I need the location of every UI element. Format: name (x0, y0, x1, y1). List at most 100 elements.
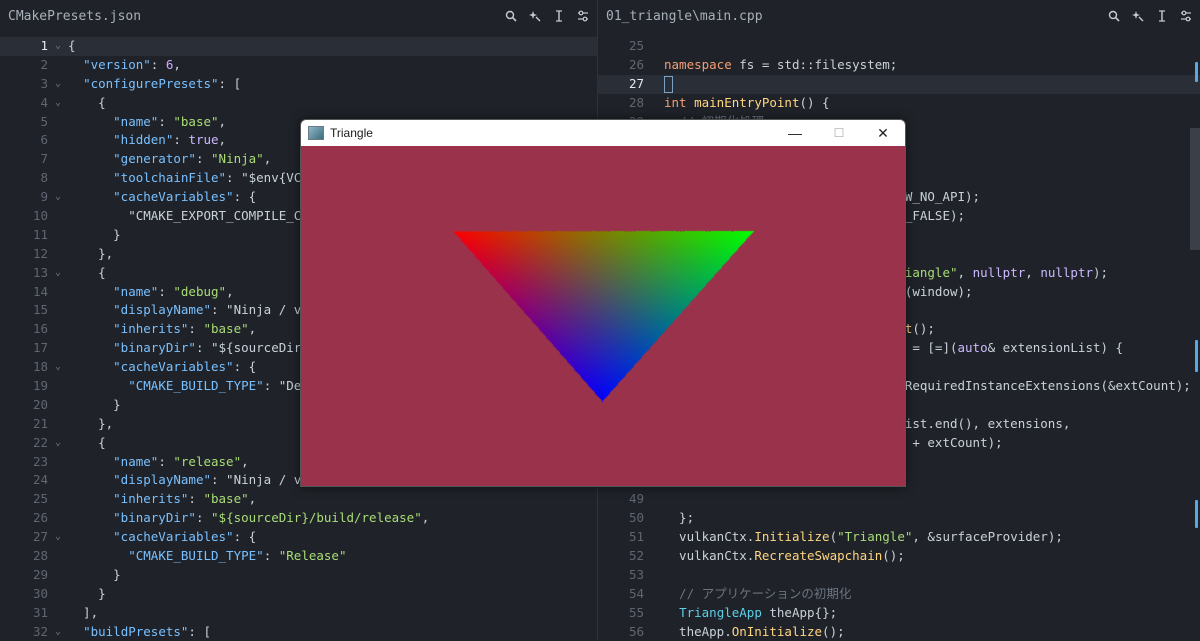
left-pane-header: CMakePresets.json (0, 0, 597, 32)
code-line[interactable]: 49 (598, 490, 1200, 509)
line-number: 18 (32, 359, 48, 375)
fold-chevron-icon[interactable]: ⌄ (48, 434, 68, 453)
code-text: { (68, 434, 106, 450)
code-text: "CMAKE_BUILD_TYPE": "Deb (128, 378, 309, 394)
fold-chevron-icon[interactable]: ⌄ (48, 37, 68, 56)
code-line[interactable]: 26 namespace fs = std::filesystem; (598, 56, 1200, 75)
code-line[interactable]: 53 (598, 566, 1200, 585)
code-text: "displayName": "Ninja / vc (113, 472, 309, 488)
fold-chevron-icon[interactable]: ⌄ (48, 94, 68, 113)
code-line[interactable]: 3 ⌄ "configurePresets": [ (0, 75, 597, 94)
line-number: 25 (32, 491, 48, 507)
code-line[interactable]: 27 ⌄ "cacheVariables": { (0, 528, 597, 547)
settings-sliders-icon[interactable] (1180, 9, 1192, 23)
scroll-marker (1195, 62, 1198, 82)
line-number: 49 (628, 491, 644, 507)
code-line[interactable]: 29 } (0, 566, 597, 585)
code-line[interactable]: 54 // アプリケーションの初期化 (598, 585, 1200, 604)
code-line[interactable]: 51 vulkanCtx.Initialize("Triangle", &sur… (598, 528, 1200, 547)
code-line[interactable]: 27 (598, 74, 1200, 94)
code-line[interactable]: 30 } (0, 585, 597, 604)
line-number: 53 (628, 566, 644, 582)
line-number: 6 (40, 132, 48, 148)
code-text: "configurePresets": [ (83, 75, 242, 91)
code-line[interactable]: 55 TriangleApp theApp{}; (598, 604, 1200, 623)
line-number: 14 (32, 283, 48, 299)
code-line[interactable]: 56 theApp.OnInitialize(); (598, 623, 1200, 641)
close-button[interactable]: ✕ (861, 120, 905, 146)
search-icon[interactable] (1108, 9, 1120, 23)
code-text: } (68, 396, 121, 412)
settings-sliders-icon[interactable] (577, 9, 589, 23)
sparkle-icon[interactable] (529, 9, 541, 23)
line-number: 5 (40, 113, 48, 129)
window-titlebar[interactable]: Triangle — ☐ ✕ (301, 120, 905, 146)
code-text: namespace fs = std::filesystem; (664, 56, 898, 72)
line-number: 55 (628, 604, 644, 620)
text-cursor-icon[interactable] (1156, 9, 1168, 23)
window-title: Triangle (330, 126, 373, 140)
fold-chevron-icon[interactable]: ⌄ (48, 188, 68, 207)
line-number: 7 (40, 151, 48, 167)
code-text: }, (68, 245, 114, 261)
code-line[interactable]: 4 ⌄ { (0, 94, 597, 113)
code-text: "displayName": "Ninja / vc (113, 302, 309, 318)
sparkle-icon[interactable] (1132, 9, 1144, 23)
code-line[interactable]: 26 "binaryDir": "${sourceDir}/build/rele… (0, 509, 597, 528)
fold-chevron-icon[interactable]: ⌄ (48, 358, 68, 377)
code-line[interactable]: 1 ⌄{ (0, 37, 597, 56)
scroll-marker (1195, 500, 1198, 528)
fold-chevron-icon[interactable]: ⌄ (48, 75, 68, 94)
code-line[interactable]: 28 "CMAKE_BUILD_TYPE": "Release" (0, 547, 597, 566)
line-number: 52 (628, 548, 644, 564)
fold-chevron-icon[interactable]: ⌄ (48, 528, 68, 547)
code-line[interactable]: 25 "inherits": "base", (0, 490, 597, 509)
code-text: ], (68, 604, 99, 620)
code-line[interactable]: 32 ⌄ "buildPresets": [ (0, 623, 597, 641)
code-text: "inherits": "base", (113, 321, 257, 337)
code-line[interactable]: 28 int mainEntryPoint() { (598, 94, 1200, 113)
code-line[interactable]: 50 }; (598, 509, 1200, 528)
line-number: 54 (628, 585, 644, 601)
line-number: 16 (32, 321, 48, 337)
code-line[interactable]: 31 ], (0, 604, 597, 623)
code-line[interactable]: 2 "version": 6, (0, 56, 597, 75)
code-line[interactable]: 52 vulkanCtx.RecreateSwapchain(); (598, 547, 1200, 566)
fold-chevron-icon[interactable]: ⌄ (48, 623, 68, 641)
fold-chevron-icon[interactable]: ⌄ (48, 264, 68, 283)
right-pane-header: 01_triangle\main.cpp (598, 0, 1200, 32)
code-text: "version": 6, (83, 56, 181, 72)
line-number: 32 (32, 623, 48, 639)
text-cursor-icon[interactable] (553, 9, 565, 23)
code-text: "cacheVariables": { (113, 529, 257, 545)
code-line[interactable]: 25 (598, 37, 1200, 56)
line-number: 13 (32, 264, 48, 280)
line-number: 8 (40, 170, 48, 186)
triangle-app-window[interactable]: Triangle — ☐ ✕ (300, 119, 906, 487)
code-text: "cacheVariables": { (113, 189, 257, 205)
minimize-button[interactable]: — (773, 120, 817, 146)
right-scrollbar-thumb[interactable] (1190, 128, 1200, 250)
line-number: 3 (40, 75, 48, 91)
text-caret (664, 75, 673, 93)
search-icon[interactable] (505, 9, 517, 23)
code-text: } (68, 566, 121, 582)
line-number: 27 (628, 75, 644, 91)
code-text: "CMAKE_BUILD_TYPE": "Release" (128, 548, 347, 564)
maximize-button[interactable]: ☐ (817, 120, 861, 146)
